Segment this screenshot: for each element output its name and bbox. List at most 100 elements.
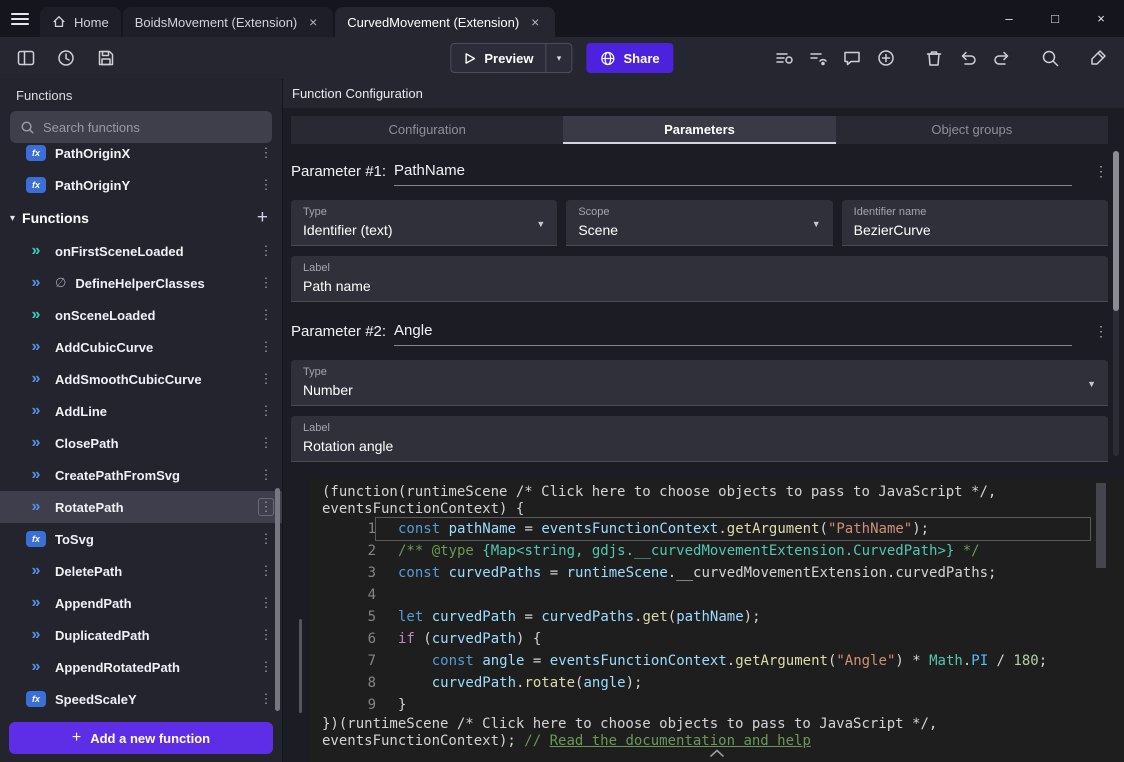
parameter-1-name-input[interactable]: PathName — [394, 162, 1072, 186]
item-menu-icon[interactable]: ⋮ — [258, 243, 274, 259]
item-menu-icon[interactable]: ⋮ — [258, 371, 274, 387]
parameter-2-name-input[interactable]: Angle — [394, 322, 1072, 346]
add-function-icon[interactable]: + — [257, 207, 268, 229]
preview-dropdown-icon[interactable]: ▾ — [546, 44, 572, 72]
function-item-DuplicatedPath[interactable]: »DuplicatedPath⋮ — [0, 619, 282, 651]
item-menu-icon[interactable]: ⋮ — [258, 498, 274, 516]
tab-boidsmovement[interactable]: BoidsMovement (Extension) × — [123, 7, 334, 37]
parameters-scrollbar-thumb[interactable] — [1113, 151, 1119, 311]
theme-brush-icon[interactable] — [1086, 46, 1110, 70]
item-menu-icon[interactable]: ⋮ — [258, 595, 274, 611]
item-menu-icon[interactable]: ⋮ — [258, 531, 274, 547]
function-item-DefineHelperClasses[interactable]: »∅DefineHelperClasses⋮ — [0, 267, 282, 299]
function-item-onSceneLoaded[interactable]: »onSceneLoaded⋮ — [0, 299, 282, 331]
item-menu-icon[interactable]: ⋮ — [258, 627, 274, 643]
item-menu-icon[interactable]: ⋮ — [258, 177, 274, 193]
function-item-AddLine[interactable]: »AddLine⋮ — [0, 395, 282, 427]
code-editor-scrollbar[interactable] — [1096, 483, 1106, 568]
function-item-AppendRotatedPath[interactable]: »AppendRotatedPath⋮ — [0, 651, 282, 683]
code-line-1[interactable]: 1const pathName = eventsFunctionContext.… — [322, 518, 1124, 540]
item-menu-icon[interactable]: ⋮ — [258, 275, 274, 291]
function-item-ClosePath[interactable]: »ClosePath⋮ — [0, 427, 282, 459]
functions-section-header[interactable]: ▾ Functions + — [0, 201, 282, 235]
parameter-1-type-select[interactable]: Type Identifier (text) ▼ — [291, 200, 557, 246]
item-menu-icon[interactable]: ⋮ — [258, 307, 274, 323]
preview-button[interactable]: Preview ▾ — [450, 43, 572, 73]
code-line-2[interactable]: 2/** @type {Map<string, gdjs.__curvedMov… — [322, 540, 1124, 562]
parameter-1-identifier-name-input[interactable]: Identifier name BezierCurve — [842, 200, 1108, 246]
function-item-AddCubicCurve[interactable]: »AddCubicCurve⋮ — [0, 331, 282, 363]
function-item-DeletePath[interactable]: »DeletePath⋮ — [0, 555, 282, 587]
search-functions-input[interactable] — [43, 120, 262, 135]
panel-scrollbar[interactable] — [299, 619, 302, 713]
code-line-6[interactable]: 6if (curvedPath) { — [322, 628, 1124, 650]
item-menu-icon[interactable]: ⋮ — [258, 435, 274, 451]
broadcast-icon[interactable] — [806, 46, 830, 70]
code-line-content[interactable]: const pathName = eventsFunctionContext.g… — [376, 518, 1090, 540]
code-line-content[interactable]: if (curvedPath) { — [376, 628, 1090, 650]
function-item-AppendPath[interactable]: »AppendPath⋮ — [0, 587, 282, 619]
function-item-AddSmoothCubicCurve[interactable]: »AddSmoothCubicCurve⋮ — [0, 363, 282, 395]
main-menu-icon[interactable] — [0, 0, 40, 37]
parameter-2-label-input[interactable]: Label Rotation angle — [291, 416, 1108, 462]
item-menu-icon[interactable]: ⋮ — [258, 563, 274, 579]
feedback-icon[interactable] — [840, 46, 864, 70]
close-tab-icon[interactable]: × — [305, 14, 321, 30]
parameter-1-menu-icon[interactable]: ⋮ — [1094, 163, 1108, 186]
function-item-ToSvg[interactable]: fxToSvg⋮ — [0, 523, 282, 555]
function-item-PathOriginX[interactable]: fxPathOriginX⋮ — [0, 137, 282, 169]
item-menu-icon[interactable]: ⋮ — [258, 339, 274, 355]
javascript-code-editor[interactable]: (function(runtimeScene /* Click here to … — [310, 478, 1124, 762]
code-line-content[interactable]: let curvedPath = curvedPaths.get(pathNam… — [376, 606, 1090, 628]
minimize-button[interactable]: – — [986, 0, 1032, 37]
code-line-content[interactable]: } — [376, 694, 1090, 716]
tab-curvedmovement[interactable]: CurvedMovement (Extension) × — [335, 7, 555, 37]
function-item-SpeedScaleY[interactable]: fxSpeedScaleY⋮ — [0, 683, 282, 715]
item-menu-icon[interactable]: ⋮ — [258, 467, 274, 483]
share-button[interactable]: Share — [587, 43, 674, 73]
parameter-1-label-input[interactable]: Label Path name — [291, 256, 1108, 302]
panels-layout-icon[interactable] — [14, 46, 38, 70]
preview-button-main[interactable]: Preview — [451, 51, 545, 66]
item-menu-icon[interactable]: ⋮ — [258, 659, 274, 675]
code-line-content[interactable]: const curvedPaths = runtimeScene.__curve… — [376, 562, 1090, 584]
code-line-3[interactable]: 3const curvedPaths = runtimeScene.__curv… — [322, 562, 1124, 584]
parameter-2-menu-icon[interactable]: ⋮ — [1094, 323, 1108, 346]
code-line-4[interactable]: 4 — [322, 584, 1124, 606]
code-line-content[interactable]: /** @type {Map<string, gdjs.__curvedMove… — [376, 540, 1090, 562]
close-tab-icon[interactable]: × — [527, 14, 543, 30]
maximize-button[interactable]: □ — [1032, 0, 1078, 37]
history-icon[interactable] — [54, 46, 78, 70]
undo-icon[interactable] — [956, 46, 980, 70]
export-rows-icon[interactable] — [772, 46, 796, 70]
code-line-7[interactable]: 7 const angle = eventsFunctionContext.ge… — [322, 650, 1124, 672]
tab-object-groups[interactable]: Object groups — [836, 116, 1108, 144]
code-line-5[interactable]: 5let curvedPath = curvedPaths.get(pathNa… — [322, 606, 1124, 628]
item-menu-icon[interactable]: ⋮ — [258, 145, 274, 161]
parameter-2-type-select[interactable]: Type Number ▼ — [291, 360, 1108, 406]
parameter-1-scope-select[interactable]: Scope Scene ▼ — [566, 200, 832, 246]
documentation-link[interactable]: Read the documentation and help — [550, 733, 811, 749]
function-item-onFirstSceneLoaded[interactable]: »onFirstSceneLoaded⋮ — [0, 235, 282, 267]
collapse-editor-icon[interactable] — [709, 745, 725, 761]
code-lines[interactable]: 1const pathName = eventsFunctionContext.… — [322, 518, 1124, 716]
function-item-RotatePath[interactable]: »RotatePath⋮ — [0, 491, 282, 523]
redo-icon[interactable] — [990, 46, 1014, 70]
function-item-PathOriginY[interactable]: fxPathOriginY⋮ — [0, 169, 282, 201]
save-icon[interactable] — [94, 46, 118, 70]
plus-circle-icon[interactable] — [874, 46, 898, 70]
tab-configuration[interactable]: Configuration — [291, 116, 563, 144]
tab-parameters[interactable]: Parameters — [563, 116, 835, 144]
add-new-function-button[interactable]: + Add a new function — [9, 722, 273, 754]
trash-icon[interactable] — [922, 46, 946, 70]
search-icon[interactable] — [1038, 46, 1062, 70]
code-line-content[interactable]: curvedPath.rotate(angle); — [376, 672, 1090, 694]
item-menu-icon[interactable]: ⋮ — [258, 691, 274, 707]
item-menu-icon[interactable]: ⋮ — [258, 403, 274, 419]
tab-home[interactable]: Home — [40, 7, 121, 37]
sidebar-scrollbar[interactable] — [275, 488, 280, 711]
close-window-button[interactable]: × — [1078, 0, 1124, 37]
code-line-9[interactable]: 9} — [322, 694, 1124, 716]
code-line-content[interactable]: const angle = eventsFunctionContext.getA… — [376, 650, 1090, 672]
code-line-8[interactable]: 8 curvedPath.rotate(angle); — [322, 672, 1124, 694]
